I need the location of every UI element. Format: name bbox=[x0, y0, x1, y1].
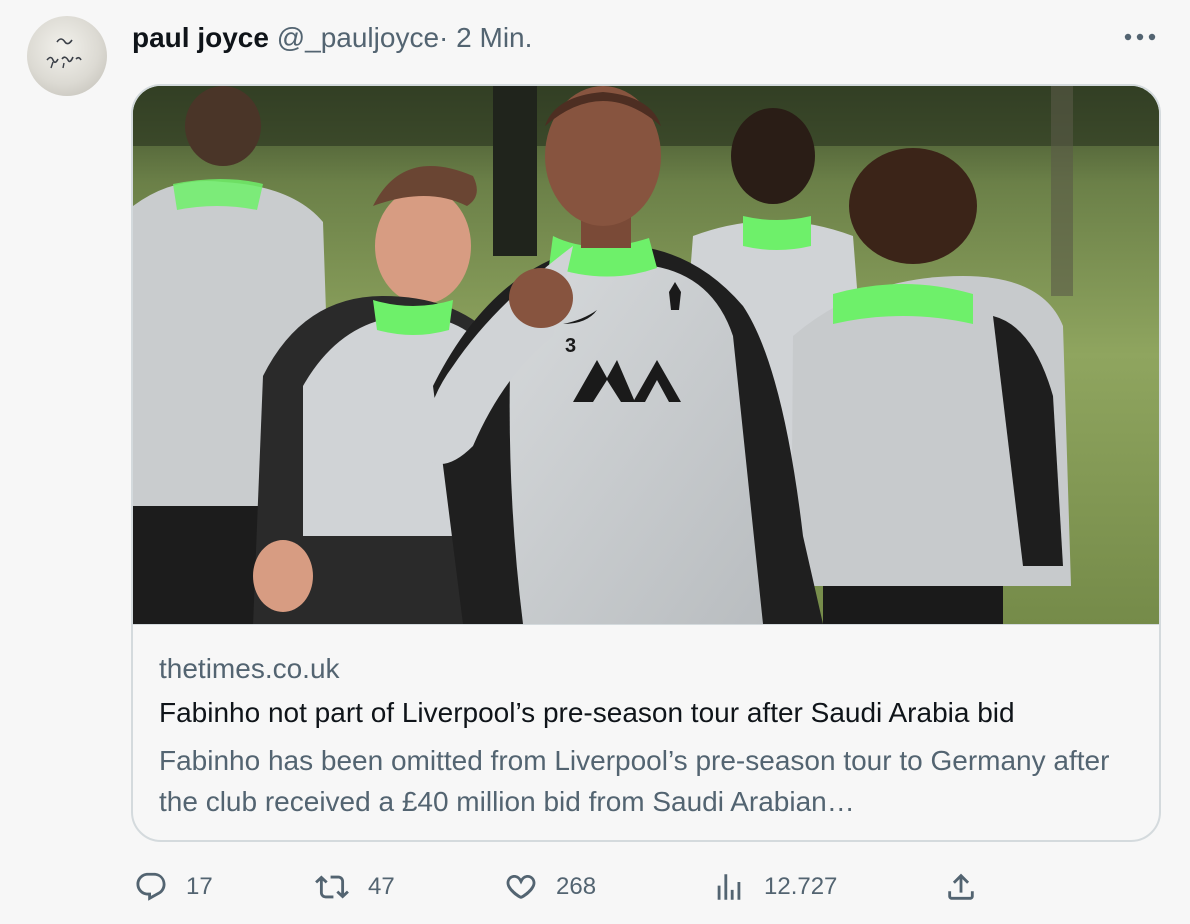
card-description: Fabinho has been omitted from Liverpool’… bbox=[159, 745, 1110, 817]
shirt-number: 3 bbox=[565, 335, 576, 357]
tweet-header: paul joyce @_pauljoyce· 2 Min. bbox=[132, 18, 532, 58]
card-image[interactable]: 3 bbox=[133, 86, 1159, 625]
more-options-button[interactable] bbox=[1120, 26, 1160, 48]
football-training-photo: 3 bbox=[133, 86, 1159, 624]
like-button[interactable]: 268 bbox=[504, 862, 596, 912]
retweet-count: 47 bbox=[368, 873, 395, 900]
link-card[interactable]: 3 thetimes.co.uk Fabinho not part of Liv… bbox=[131, 84, 1161, 842]
avatar[interactable] bbox=[27, 16, 107, 96]
user-handle[interactable]: @_pauljoyce bbox=[277, 22, 439, 53]
display-name[interactable]: paul joyce bbox=[132, 22, 269, 53]
action-bar: 17 47 268 12.727 bbox=[130, 862, 1010, 912]
like-count: 268 bbox=[556, 873, 597, 900]
card-domain: thetimes.co.uk bbox=[159, 653, 340, 684]
tweet[interactable]: paul joyce @_pauljoyce· 2 Min. 3 thetime… bbox=[0, 0, 1190, 924]
retweet-arrows-icon bbox=[315, 875, 349, 899]
timestamp[interactable]: 2 Min. bbox=[456, 22, 532, 53]
retweet-button[interactable]: 47 bbox=[314, 862, 395, 912]
share-upload-icon bbox=[948, 873, 974, 900]
card-title: Fabinho not part of Liverpool’s pre-seas… bbox=[159, 697, 1015, 728]
share-button[interactable] bbox=[944, 862, 978, 912]
reply-button[interactable]: 17 bbox=[134, 862, 213, 912]
views-button[interactable]: 12.727 bbox=[712, 862, 837, 912]
separator-dot: · bbox=[439, 22, 449, 53]
bar-chart-icon bbox=[717, 874, 741, 900]
views-count: 12.727 bbox=[764, 873, 838, 900]
heart-icon bbox=[506, 874, 536, 899]
three-dots-icon bbox=[1124, 33, 1156, 41]
speech-bubble-icon bbox=[136, 872, 166, 901]
reply-count: 17 bbox=[186, 873, 213, 900]
